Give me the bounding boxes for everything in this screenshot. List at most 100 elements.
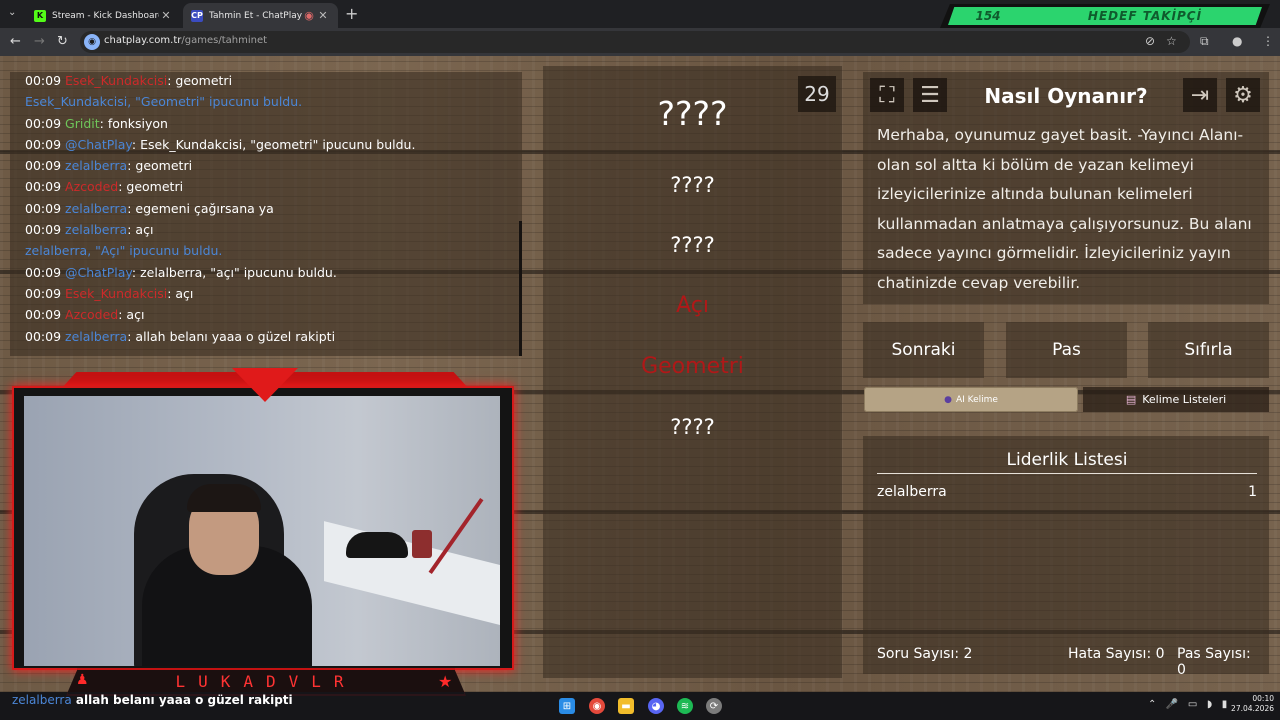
chrome-icon[interactable]: ◉ bbox=[589, 698, 605, 714]
word-lists-label: Kelime Listeleri bbox=[1142, 393, 1227, 406]
windows-start-icon[interactable]: ⊞ bbox=[559, 698, 575, 714]
forward-icon[interactable]: → bbox=[34, 34, 45, 49]
follower-goal-count: 154 bbox=[975, 9, 1001, 23]
error-count: Hata Sayısı: 0 bbox=[1068, 646, 1165, 662]
site-info-icon[interactable]: ◉ bbox=[84, 34, 100, 50]
chat-message: 00:09 zelalberra: egemeni çağırsana ya bbox=[25, 198, 525, 219]
system-tray-icons[interactable]: ⌃ 🎤 ▭ ◗ ▮ bbox=[1148, 699, 1227, 710]
spotify-icon[interactable]: ≋ bbox=[677, 698, 693, 714]
chat-text: açı bbox=[175, 285, 194, 301]
word-slot: ???? bbox=[670, 173, 715, 197]
eye-off-icon[interactable]: ⊘ bbox=[1145, 34, 1155, 48]
chat-panel: 00:09 Esek_Kundakcisi: geometri Esek_Kund… bbox=[10, 72, 522, 356]
player-name: zelalberra bbox=[877, 484, 947, 500]
back-icon[interactable]: ← bbox=[10, 34, 21, 49]
ai-word-button[interactable]: ● AI Kelime bbox=[864, 387, 1078, 412]
profile-avatar[interactable]: ● bbox=[1232, 34, 1242, 48]
tab-chatplay[interactable]: CP Tahmin Et - ChatPlay ◉ ✕ bbox=[183, 3, 338, 28]
pass-count: Pas Sayısı: 0 bbox=[1177, 646, 1251, 678]
word-slot: ???? bbox=[657, 94, 728, 133]
chat-message: 00:09 Esek_Kundakcisi: açı bbox=[25, 283, 525, 304]
extensions-icon[interactable]: ⧉ bbox=[1200, 34, 1209, 49]
reset-button[interactable]: Sıfırla bbox=[1148, 322, 1269, 378]
settings-app-icon[interactable]: ⟳ bbox=[706, 698, 722, 714]
chat-text: geometri bbox=[135, 158, 193, 174]
leaderboard-title: Liderlik Listesi bbox=[1006, 450, 1128, 470]
chat-text: allah belanı yaaa o güzel rakipti bbox=[135, 328, 336, 344]
leaderboard-row: zelalberra 1 bbox=[877, 484, 1257, 500]
document-list-icon[interactable]: ☰ bbox=[913, 78, 947, 112]
word-lists-button[interactable]: ▤ Kelime Listeleri bbox=[1083, 387, 1269, 412]
url-text[interactable]: chatplay.com.tr/games/tahminet bbox=[104, 35, 267, 46]
chat-timestamp: 00:09 bbox=[25, 115, 62, 131]
ticker-user: zelalberra bbox=[12, 693, 72, 707]
chat-text: Esek_Kundakcisi, "geometri" ipucunu buld… bbox=[140, 136, 416, 152]
bookmark-star-icon[interactable]: ☆ bbox=[1166, 34, 1177, 48]
tab-kick-dashboard[interactable]: K Stream - Kick Dashboard ✕ bbox=[26, 3, 181, 28]
chat-username[interactable]: Gridit bbox=[65, 116, 100, 131]
chat-message: 00:09 zelalberra: açı bbox=[25, 219, 525, 240]
found-word-slot: Açı bbox=[676, 293, 709, 318]
taskbar-clock[interactable]: 00:10 27.04.2026 bbox=[1226, 694, 1274, 714]
chat-username[interactable]: @ChatPlay bbox=[65, 265, 132, 280]
close-tab-icon[interactable]: ✕ bbox=[316, 9, 330, 22]
chat-username[interactable]: zelalberra bbox=[65, 158, 127, 173]
chat-text: zelalberra, "açı" ipucunu buldu. bbox=[140, 264, 337, 280]
word-slot: ???? bbox=[670, 415, 715, 439]
chat-text: geometri bbox=[175, 73, 233, 88]
instructions-text: Merhaba, oyunumuz gayet basit. -Yayıncı … bbox=[877, 126, 1252, 292]
notepad-icon: ▤ bbox=[1125, 393, 1137, 406]
chat-username[interactable]: Esek_Kundakcisi bbox=[65, 73, 167, 88]
star-icon: ★ bbox=[438, 672, 453, 691]
chat-username[interactable]: Azcoded bbox=[65, 307, 118, 322]
chat-message: 00:09 zelalberra: geometri bbox=[25, 155, 525, 176]
chat-username[interactable]: zelalberra bbox=[65, 329, 127, 344]
chat-username[interactable]: Esek_Kundakcisi bbox=[25, 94, 127, 109]
reload-icon[interactable]: ↻ bbox=[57, 34, 68, 49]
next-button[interactable]: Sonraki bbox=[863, 322, 984, 378]
chat-username[interactable]: zelalberra bbox=[25, 243, 87, 258]
overlay-chat-ticker: zelalberra allah belanı yaaa o güzel rak… bbox=[12, 693, 293, 707]
follower-goal-overlay: 154 HEDEF TAKİPÇİ bbox=[940, 4, 1270, 28]
chat-timestamp: 00:09 bbox=[25, 264, 62, 280]
gear-icon[interactable]: ⚙ bbox=[1226, 78, 1260, 112]
chat-username[interactable]: Esek_Kundakcisi bbox=[65, 286, 167, 301]
new-tab-icon[interactable]: + bbox=[345, 4, 358, 23]
ai-word-label: AI Kelime bbox=[955, 394, 998, 405]
address-bar[interactable]: ◉ chatplay.com.tr/games/tahminet bbox=[80, 31, 1190, 53]
fullscreen-icon[interactable]: ⛶ bbox=[870, 78, 904, 112]
chat-timestamp: 00:09 bbox=[25, 328, 62, 344]
clock-time: 00:10 bbox=[1252, 694, 1274, 703]
chat-text: fonksiyon bbox=[107, 115, 168, 131]
chat-message: 00:09 Azcoded: açı bbox=[25, 304, 525, 325]
instructions-title: Nasıl Oynanır? bbox=[984, 84, 1148, 108]
chat-timestamp: 00:09 bbox=[25, 307, 62, 323]
chat-username[interactable]: zelalberra bbox=[65, 201, 127, 216]
streamer-name: LUKADVLR bbox=[175, 672, 357, 691]
chat-username[interactable]: zelalberra bbox=[65, 222, 127, 237]
chat-text: geometri bbox=[126, 179, 184, 195]
menu-icon[interactable]: ⋮ bbox=[1262, 34, 1274, 48]
chat-username[interactable]: Azcoded bbox=[65, 179, 118, 194]
chat-scrollbar[interactable] bbox=[519, 221, 522, 356]
chatplay-icon: CP bbox=[191, 9, 203, 22]
tab-search-icon[interactable]: ⌄ bbox=[8, 7, 16, 18]
chat-separator: : bbox=[99, 115, 108, 131]
chat-message: 00:09 zelalberra: allah belanı yaaa o gü… bbox=[25, 326, 525, 347]
chat-username[interactable]: @ChatPlay bbox=[65, 137, 132, 152]
chat-separator: , bbox=[87, 243, 96, 259]
pass-button[interactable]: Pas bbox=[1006, 322, 1127, 378]
chat-message: 00:09 Esek_Kundakcisi: geometri bbox=[25, 70, 525, 91]
discord-icon[interactable]: ◕ bbox=[648, 698, 664, 714]
chat-text: "Açı" ipucunu buldu. bbox=[95, 243, 223, 259]
ticker-message: allah belanı yaaa o güzel rakipti bbox=[75, 693, 293, 707]
found-word-slot: Geometri bbox=[641, 354, 744, 379]
chat-separator: : bbox=[131, 136, 141, 152]
close-tab-icon[interactable]: ✕ bbox=[159, 9, 173, 22]
follower-goal-label: HEDEF TAKİPÇİ bbox=[1087, 9, 1203, 23]
file-explorer-icon[interactable]: ▬ bbox=[618, 698, 634, 714]
browser-tab-bar: ⌄ K Stream - Kick Dashboard ✕ CP Tahmin … bbox=[0, 0, 1280, 28]
chat-message: zelalberra, "Açı" ipucunu buldu. bbox=[25, 240, 525, 261]
exit-icon[interactable]: ⇥ bbox=[1183, 78, 1217, 112]
webcam-frame bbox=[12, 386, 514, 670]
